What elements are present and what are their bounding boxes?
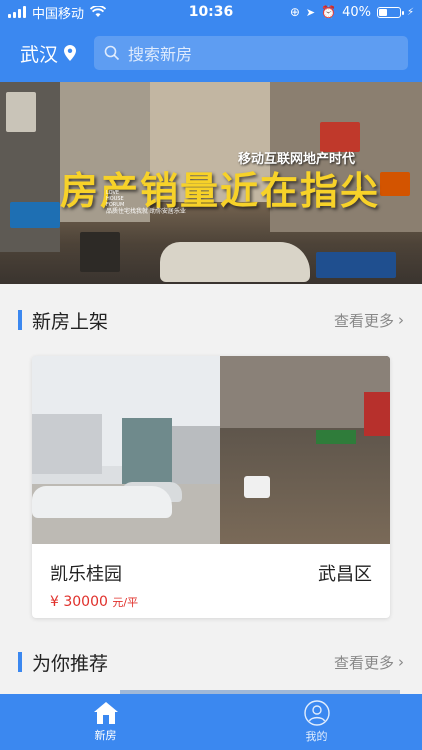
search-input[interactable]: 搜索新房 [94,36,408,70]
section-title: 为你推荐 [32,652,109,675]
carrier-label: 中国移动 [32,6,85,22]
promo-banner[interactable]: 移动互联网地产时代 房产销量近在指尖 LOVE HOUSE FORUM 品质住宅… [0,82,422,284]
search-icon [104,45,120,61]
listing-card[interactable]: 凯乐桂园 武昌区 ¥ 30000 元/平 [32,356,390,618]
home-icon [93,702,118,724]
see-more-label: 查看更多 [333,311,394,330]
see-more-link[interactable]: 查看更多 › [334,310,404,331]
app-header: 武汉 搜索新房 [0,24,422,82]
orientation-lock-icon: ⊕ [289,5,300,19]
banner-taxi [160,242,310,282]
tab-profile[interactable]: 我的 [211,694,422,750]
clock: 10:36 [188,4,234,20]
chevron-right-icon: › [398,653,404,671]
see-more-link[interactable]: 查看更多 › [334,652,404,673]
price-value: ¥ 30000 [50,594,108,610]
listing-district: 武昌区 [318,564,372,585]
tab-label: 新房 [94,729,117,742]
section-accent-bar [18,310,22,330]
section-new-listings: 新房上架 查看更多 › [0,290,422,350]
tab-bar: 新房 我的 [0,694,422,750]
city-label: 武汉 [20,43,59,66]
cellular-signal-icon [8,6,26,18]
city-selector[interactable]: 武汉 [20,40,94,67]
charging-icon: ⚡ [406,6,414,18]
chevron-right-icon: › [398,311,404,329]
tab-label: 我的 [305,730,328,743]
wifi-icon [90,6,107,17]
section-accent-bar [18,652,22,672]
status-bar: 中国移动 10:36 ⊕ ➤ ⏰ 40% ⚡ [0,0,422,24]
user-icon [303,700,330,726]
battery-percent: 40% [342,4,371,20]
alarm-icon: ⏰ [321,5,337,19]
section-recommended: 为你推荐 查看更多 › [0,632,422,692]
listing-photo [32,356,390,544]
see-more-label: 查看更多 [333,653,394,672]
location-pin-icon [64,45,77,61]
listing-price: ¥ 30000 元/平 [50,594,372,610]
top-bar: 中国移动 10:36 ⊕ ➤ ⏰ 40% ⚡ 武汉 搜索新房 [0,0,422,82]
location-arrow-icon: ➤ [305,5,316,19]
battery-icon [376,6,404,18]
section-title: 新房上架 [32,310,109,333]
banner-tagline: 品质住宅找我就 助你安居乐业 [106,208,186,215]
tab-new-homes[interactable]: 新房 [0,694,211,750]
price-unit: 元/平 [112,596,139,609]
listing-name: 凯乐桂园 [50,564,122,585]
search-placeholder: 搜索新房 [128,45,193,64]
